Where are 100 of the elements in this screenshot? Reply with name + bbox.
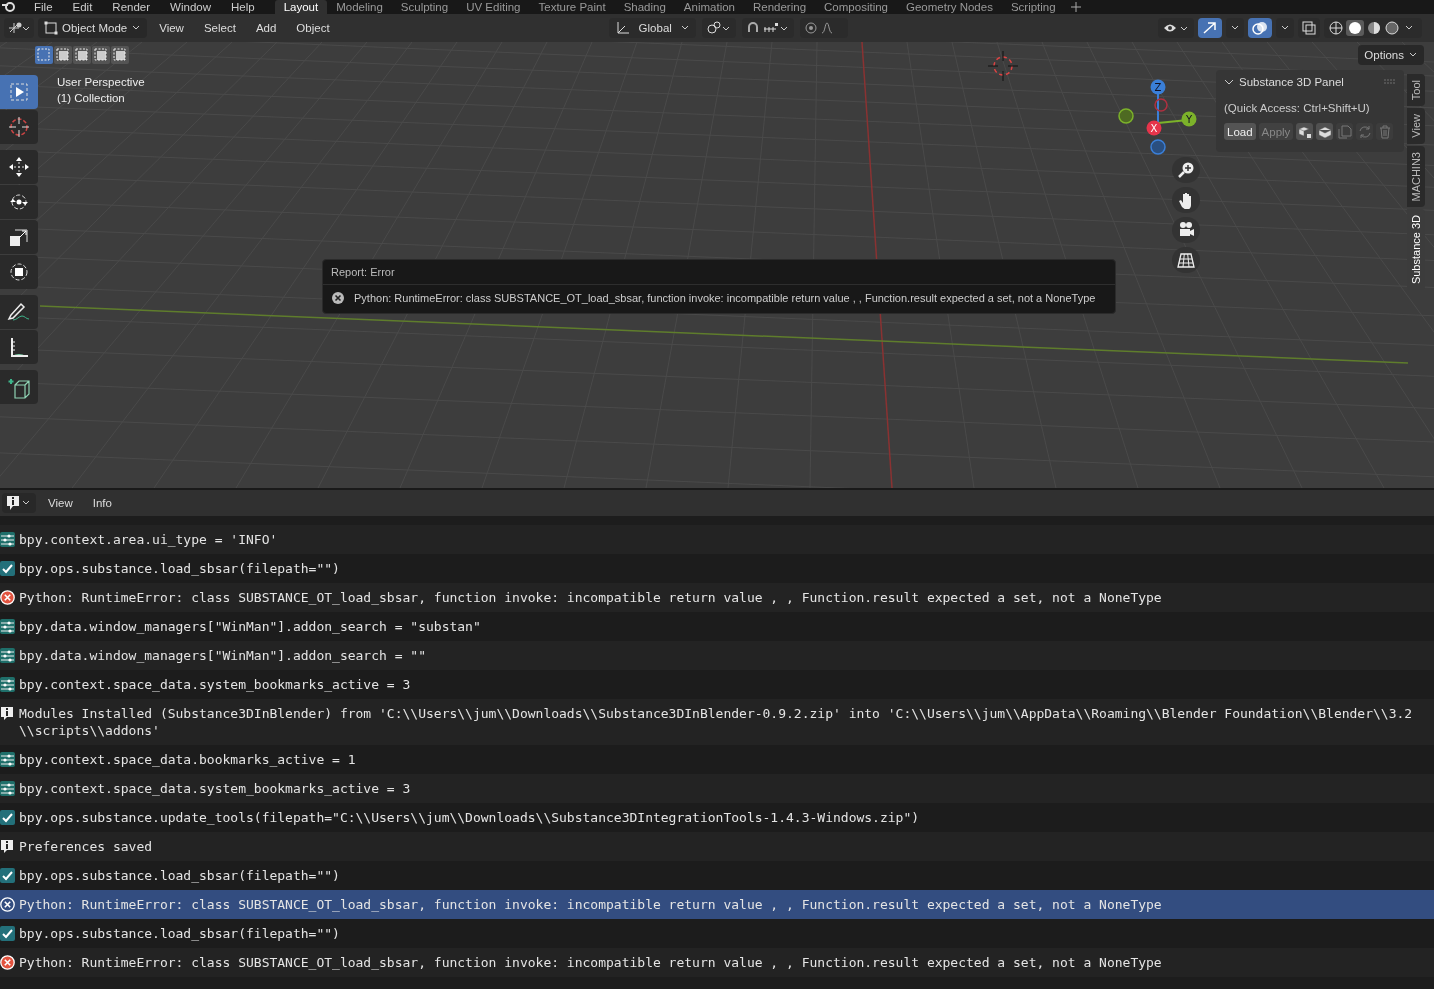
xray-toggle[interactable] [1298, 18, 1320, 38]
menu-item[interactable]: Edit [62, 0, 103, 14]
workspace-tab[interactable]: Animation [674, 0, 744, 14]
selection-mode-button[interactable] [73, 46, 91, 64]
log-entry[interactable]: Python: RuntimeError: class SUBSTANCE_OT_load_sbsar, function invoke: incompatible return value , , Function.result expected a set, not a NoneType [0, 890, 1434, 919]
sidebar-tab[interactable]: Substance 3D [1407, 209, 1425, 291]
workspace-tab[interactable]: UV Editing [457, 0, 530, 14]
drag-handle-icon[interactable] [1384, 79, 1396, 85]
orientation-dropdown[interactable]: Global [608, 18, 696, 38]
log-entry[interactable]: Preferences saved [0, 832, 1434, 861]
ruler-icon [8, 336, 30, 358]
cube-icon [1317, 124, 1332, 139]
error-icon [0, 955, 15, 970]
log-entry[interactable]: bpy.context.area.ui_type = 'INFO' [0, 525, 1434, 554]
header-menu[interactable]: View [151, 22, 192, 34]
snap-toggle[interactable] [741, 18, 794, 38]
collapse-chevron-icon[interactable] [1224, 78, 1234, 86]
zoom-icon [1177, 161, 1195, 179]
selection-mode-button[interactable] [35, 46, 53, 64]
camera-button[interactable] [1172, 217, 1200, 243]
cube-stack-button[interactable] [1296, 123, 1314, 140]
collection-name: (1) Collection [57, 92, 126, 104]
shading-mode-selector[interactable] [1324, 18, 1422, 38]
error-icon [331, 291, 345, 305]
check-icon [0, 810, 15, 825]
pivot-dropdown[interactable] [701, 18, 736, 38]
workspace-tab[interactable]: Scripting [1001, 0, 1065, 14]
caret-icon [1230, 24, 1240, 32]
log-entry[interactable]: Modules Installed (Substance3DInBlender) from 'C:\\Users\\jum\\Downloads\\Substance3DInBlender-0.9.2.zip' into 'C:\\Users\\jum\\AppData\\Roaming\\Blender Foundation\\Blender\\3.2\\scripts\\addons' [0, 699, 1434, 745]
log-text: bpy.data.window_managers["WinMan"].addon_search = "" [19, 647, 427, 664]
workspace-tab[interactable]: Compositing [815, 0, 897, 14]
grid-view-button[interactable] [1172, 247, 1200, 273]
log-entry[interactable]: Python: RuntimeError: class SUBSTANCE_OT_load_sbsar, function invoke: incompatible return value , , Function.result expected a set, not a NoneType [0, 948, 1434, 977]
menu-item[interactable]: File [24, 0, 63, 14]
gizmo-toggle[interactable] [1198, 18, 1222, 38]
tool-button[interactable] [0, 150, 38, 184]
menu-item[interactable]: Render [102, 0, 161, 14]
caret-icon [131, 24, 142, 32]
panel-title[interactable]: Substance 3D Panel [1239, 76, 1344, 88]
log-text: bpy.context.area.ui_type = 'INFO' [19, 531, 279, 548]
editor-type-button[interactable] [2, 493, 36, 513]
report-message: Python: RuntimeError: class SUBSTANCE_OT_load_sbsar, function invoke: incompatible return value , , Function.result expected a set, not a NoneType [354, 292, 1096, 304]
check-icon [0, 561, 15, 576]
camera-icon [1177, 221, 1195, 239]
pencil-icon [7, 301, 31, 323]
sidebar-tab[interactable]: Tool [1407, 74, 1425, 107]
log-text: bpy.context.space_data.system_bookmarks_active = 3 [19, 780, 412, 797]
sidebar-tab[interactable]: MACHIN3 [1407, 145, 1425, 208]
tool-button[interactable] [0, 185, 38, 219]
overlapping-circles-icon [1252, 21, 1268, 35]
tool-button[interactable] [0, 295, 38, 329]
menu-item[interactable]: Help [221, 0, 265, 14]
header-menu[interactable]: View [40, 497, 81, 509]
workspace-tab[interactable]: Geometry Nodes [897, 0, 1002, 14]
log-entry[interactable]: bpy.context.space_data.system_bookmarks_active = 3 [0, 774, 1434, 803]
tool-button[interactable] [0, 255, 38, 289]
caret-icon [679, 24, 690, 32]
workspace-tab[interactable]: Layout [274, 0, 328, 14]
selection-mode-button[interactable] [92, 46, 110, 64]
caret-icon [1280, 24, 1290, 32]
menu-item[interactable]: Window [160, 0, 221, 14]
zoom-button[interactable] [1172, 157, 1200, 183]
sliders-icon [0, 648, 15, 663]
selection-mode-button[interactable] [111, 46, 129, 64]
workspace-tab[interactable]: Sculpting [391, 0, 458, 14]
info-icon [6, 495, 32, 511]
trash-icon[interactable] [1376, 123, 1394, 140]
tool-button[interactable] [0, 330, 38, 364]
workspace-tab[interactable]: Shading [614, 0, 675, 14]
cube-button[interactable] [1316, 123, 1334, 140]
mode-dropdown[interactable]: Object Mode [38, 18, 148, 38]
log-entry[interactable]: bpy.data.window_managers["WinMan"].addon_search = "" [0, 641, 1434, 670]
overlay-toggle[interactable] [1248, 18, 1272, 38]
sliders-icon [0, 532, 15, 547]
visibility-dropdown[interactable] [1158, 18, 1194, 38]
xray-icon [1302, 21, 1316, 35]
log-text: Python: RuntimeError: class SUBSTANCE_OT_load_sbsar, function invoke: incompatible return value , , Function.result expected a set, not a NoneType [19, 954, 1163, 971]
tool-button[interactable] [0, 220, 38, 254]
options-dropdown[interactable]: Options [1358, 45, 1424, 65]
log-entry[interactable]: Python: RuntimeError: class SUBSTANCE_OT_load_sbsar, function invoke: incompatible return value , , Function.result expected a set, not a NoneType [0, 583, 1434, 612]
panel-button[interactable]: Load [1224, 123, 1256, 140]
check-icon [0, 926, 15, 941]
proportional-edit-toggle[interactable] [799, 18, 848, 38]
check-icon [0, 868, 15, 883]
log-text: bpy.data.window_managers["WinMan"].addon_search = "substan" [19, 618, 482, 635]
header-menu[interactable]: Info [84, 497, 120, 509]
info-icon [0, 839, 15, 854]
quick-access-hint: (Quick Access: Ctrl+Shift+U) [1224, 102, 1371, 114]
navigation-gizmo[interactable]: Z Y X [1118, 78, 1208, 158]
header-menu[interactable]: Add [247, 22, 285, 34]
header-menu[interactable]: Select [195, 22, 244, 34]
sidebar-tab[interactable]: View [1407, 108, 1425, 144]
sliders-icon [0, 619, 15, 634]
header-menu[interactable]: Object [288, 22, 338, 34]
editor-type-button[interactable] [4, 18, 34, 38]
workspace-tab[interactable]: Modeling [327, 0, 392, 14]
workspace-tab[interactable]: Texture Paint [529, 0, 615, 14]
pan-hand-button[interactable] [1172, 187, 1200, 213]
workspace-tab[interactable]: Rendering [744, 0, 816, 14]
selection-mode-button[interactable] [54, 46, 72, 64]
